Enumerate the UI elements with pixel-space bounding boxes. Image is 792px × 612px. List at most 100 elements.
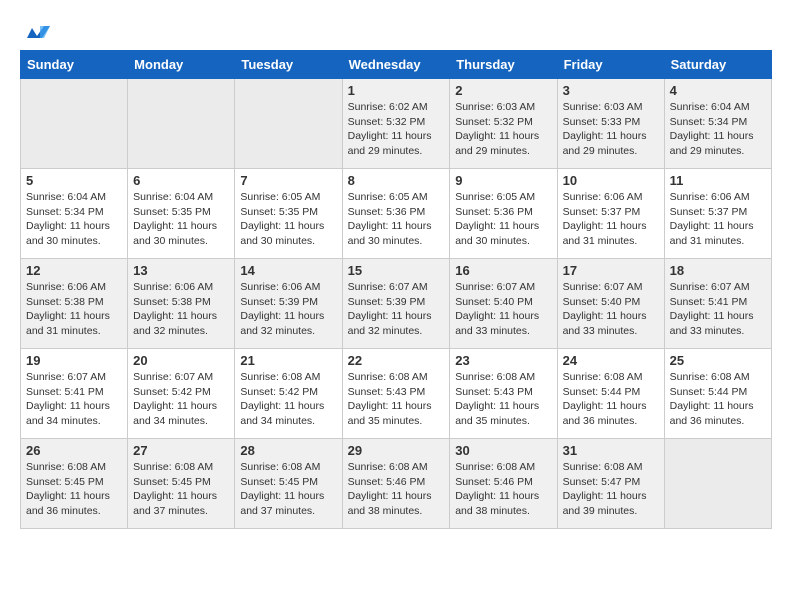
day-header-tuesday: Tuesday — [235, 51, 342, 79]
day-number: 14 — [240, 263, 336, 278]
day-info: Sunrise: 6:05 AMSunset: 5:36 PMDaylight:… — [348, 190, 445, 249]
day-info: Sunrise: 6:08 AMSunset: 5:42 PMDaylight:… — [240, 370, 336, 429]
calendar-cell: 2 Sunrise: 6:03 AMSunset: 5:32 PMDaylight… — [450, 79, 557, 169]
calendar-cell: 17 Sunrise: 6:07 AMSunset: 5:40 PMDayligh… — [557, 259, 664, 349]
day-number: 11 — [670, 173, 766, 188]
calendar-cell: 29 Sunrise: 6:08 AMSunset: 5:46 PMDayligh… — [342, 439, 450, 529]
day-info: Sunrise: 6:08 AMSunset: 5:46 PMDaylight:… — [348, 460, 445, 519]
calendar-cell — [21, 79, 128, 169]
calendar-cell: 14 Sunrise: 6:06 AMSunset: 5:39 PMDayligh… — [235, 259, 342, 349]
day-info: Sunrise: 6:06 AMSunset: 5:38 PMDaylight:… — [26, 280, 122, 339]
day-info: Sunrise: 6:04 AMSunset: 5:34 PMDaylight:… — [26, 190, 122, 249]
day-number: 29 — [348, 443, 445, 458]
day-info: Sunrise: 6:07 AMSunset: 5:40 PMDaylight:… — [455, 280, 551, 339]
day-number: 10 — [563, 173, 659, 188]
calendar-cell: 24 Sunrise: 6:08 AMSunset: 5:44 PMDayligh… — [557, 349, 664, 439]
day-number: 17 — [563, 263, 659, 278]
day-info: Sunrise: 6:08 AMSunset: 5:46 PMDaylight:… — [455, 460, 551, 519]
day-number: 27 — [133, 443, 229, 458]
day-info: Sunrise: 6:03 AMSunset: 5:32 PMDaylight:… — [455, 100, 551, 159]
calendar-cell: 7Sunrise: 6:05 AMSunset: 5:35 PMDaylight… — [235, 169, 342, 259]
logo — [20, 20, 52, 40]
calendar-cell: 10 Sunrise: 6:06 AMSunset: 5:37 PMDayligh… — [557, 169, 664, 259]
day-info: Sunrise: 6:06 AMSunset: 5:37 PMDaylight:… — [563, 190, 659, 249]
day-number: 31 — [563, 443, 659, 458]
day-info: Sunrise: 6:06 AMSunset: 5:38 PMDaylight:… — [133, 280, 229, 339]
day-info: Sunrise: 6:08 AMSunset: 5:44 PMDaylight:… — [563, 370, 659, 429]
calendar-cell: 8 Sunrise: 6:05 AMSunset: 5:36 PMDaylight… — [342, 169, 450, 259]
day-header-wednesday: Wednesday — [342, 51, 450, 79]
calendar-cell: 18Sunrise: 6:07 AMSunset: 5:41 PMDayligh… — [664, 259, 771, 349]
day-header-monday: Monday — [128, 51, 235, 79]
calendar-cell: 23 Sunrise: 6:08 AMSunset: 5:43 PMDayligh… — [450, 349, 557, 439]
day-header-friday: Friday — [557, 51, 664, 79]
calendar-week-row: 19Sunrise: 6:07 AMSunset: 5:41 PMDayligh… — [21, 349, 772, 439]
day-info: Sunrise: 6:04 AMSunset: 5:34 PMDaylight:… — [670, 100, 766, 159]
day-number: 2 — [455, 83, 551, 98]
day-info: Sunrise: 6:07 AMSunset: 5:40 PMDaylight:… — [563, 280, 659, 339]
day-number: 9 — [455, 173, 551, 188]
day-info: Sunrise: 6:08 AMSunset: 5:43 PMDaylight:… — [348, 370, 445, 429]
day-number: 6 — [133, 173, 229, 188]
day-number: 21 — [240, 353, 336, 368]
day-info: Sunrise: 6:08 AMSunset: 5:43 PMDaylight:… — [455, 370, 551, 429]
calendar-week-row: 1 Sunrise: 6:02 AMSunset: 5:32 PMDaylight… — [21, 79, 772, 169]
calendar-cell: 5Sunrise: 6:04 AMSunset: 5:34 PMDaylight… — [21, 169, 128, 259]
day-number: 7 — [240, 173, 336, 188]
day-info: Sunrise: 6:06 AMSunset: 5:39 PMDaylight:… — [240, 280, 336, 339]
day-header-sunday: Sunday — [21, 51, 128, 79]
calendar-header-row: SundayMondayTuesdayWednesdayThursdayFrid… — [21, 51, 772, 79]
calendar-table: SundayMondayTuesdayWednesdayThursdayFrid… — [20, 50, 772, 529]
calendar-cell: 9Sunrise: 6:05 AMSunset: 5:36 PMDaylight… — [450, 169, 557, 259]
day-header-saturday: Saturday — [664, 51, 771, 79]
logo-icon — [22, 18, 52, 42]
day-info: Sunrise: 6:02 AMSunset: 5:32 PMDaylight:… — [348, 100, 445, 159]
calendar-cell: 6 Sunrise: 6:04 AMSunset: 5:35 PMDaylight… — [128, 169, 235, 259]
calendar-cell: 3Sunrise: 6:03 AMSunset: 5:33 PMDaylight… — [557, 79, 664, 169]
calendar-cell: 13 Sunrise: 6:06 AMSunset: 5:38 PMDayligh… — [128, 259, 235, 349]
day-header-thursday: Thursday — [450, 51, 557, 79]
day-number: 4 — [670, 83, 766, 98]
calendar-cell — [128, 79, 235, 169]
page-header — [20, 20, 772, 40]
calendar-cell: 16Sunrise: 6:07 AMSunset: 5:40 PMDayligh… — [450, 259, 557, 349]
calendar-week-row: 12Sunrise: 6:06 AMSunset: 5:38 PMDayligh… — [21, 259, 772, 349]
calendar-cell: 28 Sunrise: 6:08 AMSunset: 5:45 PMDayligh… — [235, 439, 342, 529]
day-number: 1 — [348, 83, 445, 98]
day-number: 18 — [670, 263, 766, 278]
day-number: 22 — [348, 353, 445, 368]
day-info: Sunrise: 6:08 AMSunset: 5:45 PMDaylight:… — [26, 460, 122, 519]
calendar-cell — [235, 79, 342, 169]
calendar-cell: 11 Sunrise: 6:06 AMSunset: 5:37 PMDayligh… — [664, 169, 771, 259]
day-number: 13 — [133, 263, 229, 278]
calendar-cell: 22 Sunrise: 6:08 AMSunset: 5:43 PMDayligh… — [342, 349, 450, 439]
day-info: Sunrise: 6:04 AMSunset: 5:35 PMDaylight:… — [133, 190, 229, 249]
calendar-cell: 25Sunrise: 6:08 AMSunset: 5:44 PMDayligh… — [664, 349, 771, 439]
day-number: 8 — [348, 173, 445, 188]
calendar-cell: 26Sunrise: 6:08 AMSunset: 5:45 PMDayligh… — [21, 439, 128, 529]
day-number: 28 — [240, 443, 336, 458]
day-number: 30 — [455, 443, 551, 458]
calendar-cell: 1 Sunrise: 6:02 AMSunset: 5:32 PMDaylight… — [342, 79, 450, 169]
day-number: 25 — [670, 353, 766, 368]
day-number: 24 — [563, 353, 659, 368]
calendar-cell: 27 Sunrise: 6:08 AMSunset: 5:45 PMDayligh… — [128, 439, 235, 529]
calendar-cell: 19Sunrise: 6:07 AMSunset: 5:41 PMDayligh… — [21, 349, 128, 439]
day-info: Sunrise: 6:07 AMSunset: 5:42 PMDaylight:… — [133, 370, 229, 429]
calendar-cell: 20 Sunrise: 6:07 AMSunset: 5:42 PMDayligh… — [128, 349, 235, 439]
calendar-cell: 21 Sunrise: 6:08 AMSunset: 5:42 PMDayligh… — [235, 349, 342, 439]
day-info: Sunrise: 6:06 AMSunset: 5:37 PMDaylight:… — [670, 190, 766, 249]
day-info: Sunrise: 6:08 AMSunset: 5:45 PMDaylight:… — [240, 460, 336, 519]
calendar-cell: 12Sunrise: 6:06 AMSunset: 5:38 PMDayligh… — [21, 259, 128, 349]
day-info: Sunrise: 6:07 AMSunset: 5:41 PMDaylight:… — [26, 370, 122, 429]
day-number: 15 — [348, 263, 445, 278]
day-info: Sunrise: 6:03 AMSunset: 5:33 PMDaylight:… — [563, 100, 659, 159]
calendar-cell: 30 Sunrise: 6:08 AMSunset: 5:46 PMDayligh… — [450, 439, 557, 529]
calendar-cell: 4 Sunrise: 6:04 AMSunset: 5:34 PMDaylight… — [664, 79, 771, 169]
calendar-week-row: 5Sunrise: 6:04 AMSunset: 5:34 PMDaylight… — [21, 169, 772, 259]
day-number: 23 — [455, 353, 551, 368]
day-number: 20 — [133, 353, 229, 368]
day-info: Sunrise: 6:08 AMSunset: 5:47 PMDaylight:… — [563, 460, 659, 519]
day-info: Sunrise: 6:07 AMSunset: 5:39 PMDaylight:… — [348, 280, 445, 339]
day-info: Sunrise: 6:08 AMSunset: 5:45 PMDaylight:… — [133, 460, 229, 519]
